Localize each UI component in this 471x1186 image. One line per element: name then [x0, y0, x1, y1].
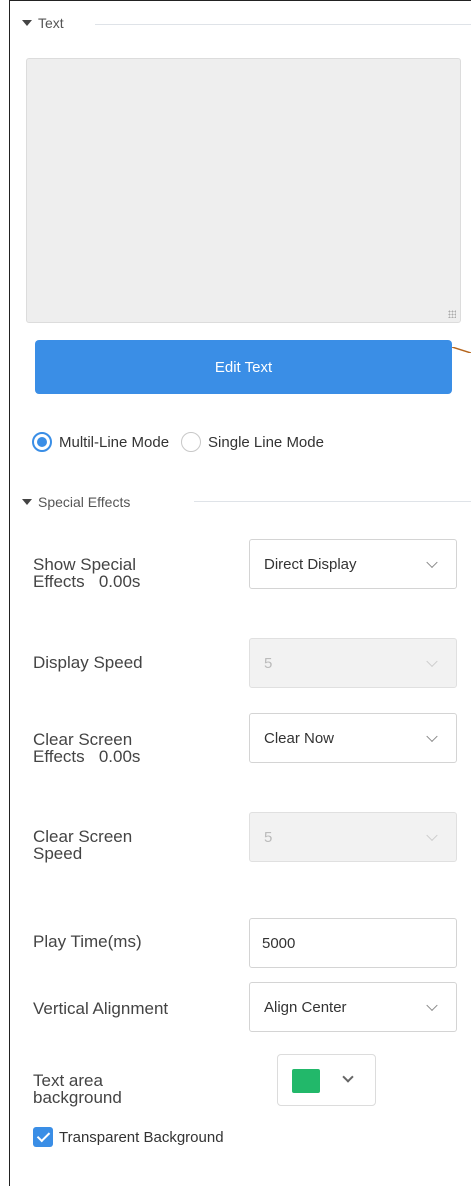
- show-effects-label: Show Special Effects 0.00s: [33, 556, 140, 590]
- radio-unchecked-icon[interactable]: [181, 432, 202, 452]
- play-time-label: Play Time(ms): [33, 932, 142, 951]
- single-line-mode-label[interactable]: Single Line Mode: [208, 434, 324, 451]
- checkbox-checked-icon[interactable]: [33, 1127, 53, 1147]
- clear-speed-label-line1: Clear Screen: [33, 827, 133, 846]
- special-effects-section-title: Special Effects: [38, 494, 131, 510]
- chevron-down-icon: [426, 556, 438, 569]
- clear-effects-select[interactable]: Clear Now: [249, 713, 457, 763]
- text-area-background-label-line1: Text area: [33, 1071, 103, 1090]
- display-speed-value: 5: [264, 654, 273, 672]
- radio-checked-icon[interactable]: [32, 432, 52, 452]
- text-mode-radio-group: Multil-Line Mode Single Line Mode: [32, 432, 336, 452]
- display-speed-label: Display Speed: [33, 653, 143, 672]
- clear-speed-select: 5: [249, 812, 457, 862]
- section-divider: [95, 24, 471, 25]
- chevron-down-icon: [426, 999, 438, 1012]
- text-section-title: Text: [38, 15, 64, 31]
- display-speed-select: 5: [249, 638, 457, 688]
- single-line-mode-option[interactable]: Single Line Mode: [181, 432, 324, 452]
- text-section-header[interactable]: Text: [22, 15, 64, 31]
- connector-line: [452, 347, 471, 353]
- show-effects-select[interactable]: Direct Display: [249, 539, 457, 589]
- show-effects-label-line1: Show Special: [33, 555, 137, 574]
- multi-line-mode-option[interactable]: Multil-Line Mode: [32, 432, 169, 452]
- transparent-background-option[interactable]: Transparent Background: [33, 1127, 224, 1147]
- clear-effects-label-line1: Clear Screen: [33, 730, 133, 749]
- play-time-input[interactable]: 5000: [249, 918, 457, 968]
- chevron-down-icon[interactable]: [342, 1071, 354, 1083]
- text-area-background-label-line2: background: [33, 1088, 122, 1107]
- show-effects-duration: Effects 0.00s: [33, 572, 141, 591]
- vertical-alignment-value: Align Center: [264, 998, 347, 1016]
- special-effects-section-header[interactable]: Special Effects: [22, 494, 130, 510]
- multi-line-mode-label[interactable]: Multil-Line Mode: [59, 434, 169, 451]
- clear-effects-duration: Effects 0.00s: [33, 747, 141, 766]
- chevron-down-icon: [426, 829, 438, 842]
- text-area-background-color-picker[interactable]: [277, 1054, 376, 1106]
- text-area-background-label: Text area background: [33, 1072, 122, 1106]
- color-swatch[interactable]: [292, 1069, 320, 1093]
- transparent-background-label[interactable]: Transparent Background: [59, 1129, 224, 1146]
- vertical-alignment-label: Vertical Alignment: [33, 999, 169, 1018]
- chevron-down-icon: [426, 730, 438, 743]
- edit-text-button[interactable]: Edit Text: [35, 340, 452, 394]
- collapse-caret-icon[interactable]: [22, 20, 32, 26]
- show-effects-value: Direct Display: [264, 555, 357, 573]
- clear-effects-label: Clear Screen Effects 0.00s: [33, 731, 140, 765]
- clear-speed-label-line2: Speed: [33, 844, 83, 863]
- clear-effects-value: Clear Now: [264, 729, 335, 747]
- collapse-caret-icon[interactable]: [22, 499, 32, 505]
- chevron-down-icon: [426, 655, 438, 668]
- resize-grip-icon[interactable]: [448, 310, 456, 318]
- text-content-textarea[interactable]: [26, 58, 461, 323]
- vertical-alignment-select[interactable]: Align Center: [249, 982, 457, 1032]
- section-divider: [194, 501, 471, 502]
- clear-speed-value: 5: [264, 828, 273, 846]
- clear-speed-label: Clear Screen Speed: [33, 828, 132, 862]
